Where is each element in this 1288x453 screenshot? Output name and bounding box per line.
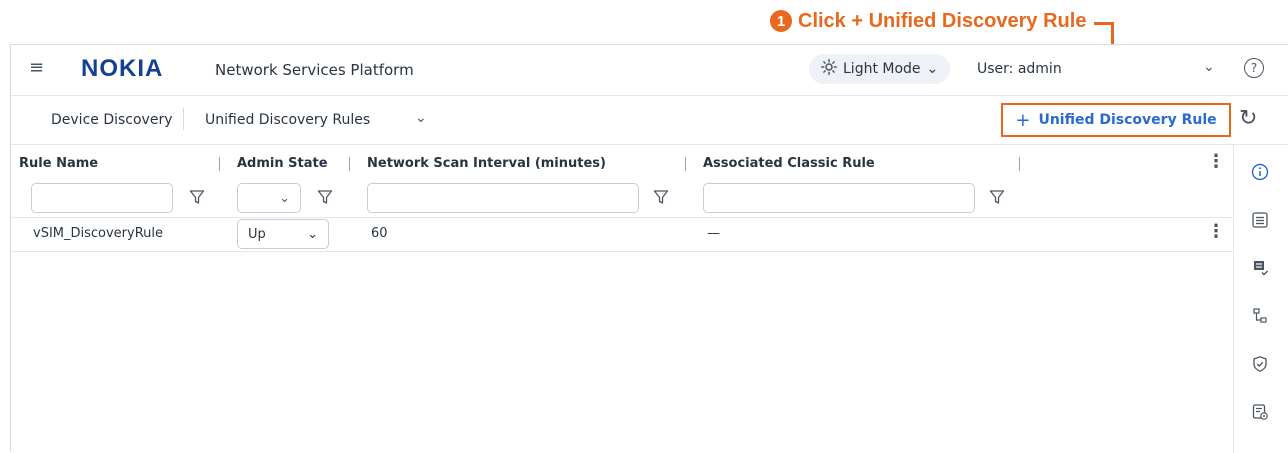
topology-icon[interactable] [1249,305,1271,327]
table-row[interactable]: vSIM_DiscoveryRule Up ⌄ 60 — ⋮ [11,217,1233,252]
svg-text:NOKIA: NOKIA [81,55,163,81]
plus-icon: + [1015,109,1031,131]
column-header-associated-classic-rule[interactable]: Associated Classic Rule [703,156,875,171]
chevron-down-icon: ⌄ [279,190,290,206]
top-bar: ≡ NOKIA Network Services Platform Light … [11,45,1288,96]
column-resize-handle[interactable] [685,157,686,171]
callout-step-number: 1 [770,10,792,32]
table-options-kebab-icon[interactable]: ⋮ [1207,151,1225,172]
cell-associated-classic-rule: — [707,226,720,241]
document-check-icon[interactable] [1249,257,1271,279]
column-header-scan-interval[interactable]: Network Scan Interval (minutes) [367,156,606,171]
add-unified-discovery-rule-button[interactable]: + Unified Discovery Rule [1001,103,1231,137]
cell-scan-interval: 60 [371,226,388,241]
light-mode-toggle[interactable]: Light Mode ⌄ [809,54,951,84]
row-actions-kebab-icon[interactable]: ⋮ [1207,221,1225,242]
admin-state-select[interactable]: Up ⌄ [237,219,329,249]
column-resize-handle[interactable] [1019,157,1020,171]
nokia-logo: NOKIA [81,55,191,85]
info-icon[interactable] [1249,161,1271,183]
sub-header-bar: Device Discovery Unified Discovery Rules… [11,96,1288,145]
scan-interval-filter-input[interactable] [367,183,639,213]
hamburger-menu-icon[interactable]: ≡ [29,57,44,78]
callout-text: Click + Unified Discovery Rule [798,9,1087,32]
classic-rule-filter-funnel-icon[interactable] [989,189,1005,209]
scan-interval-filter-funnel-icon[interactable] [653,189,669,209]
breadcrumb-divider [183,108,184,130]
column-header-rule-name[interactable]: Rule Name [19,156,98,171]
rule-name-filter-input[interactable] [31,183,173,213]
refresh-icon[interactable]: ↻ [1239,106,1257,131]
callout-annotation: 1 Click + Unified Discovery Rule [770,6,1086,36]
list-icon[interactable] [1249,209,1271,231]
settings-report-icon[interactable] [1249,401,1271,423]
rules-table: Rule Name Admin State Network Scan Inter… [11,145,1234,453]
tab-device-discovery[interactable]: Device Discovery [51,112,173,128]
shield-check-icon[interactable] [1249,353,1271,375]
admin-state-filter-select[interactable]: ⌄ [237,183,301,213]
user-menu-chevron-down-icon[interactable]: ⌄ [1203,59,1215,75]
column-resize-handle[interactable] [349,157,350,171]
app-window: ≡ NOKIA Network Services Platform Light … [10,44,1288,453]
cell-rule-name: vSIM_DiscoveryRule [33,226,164,241]
classic-rule-filter-input[interactable] [703,183,975,213]
rule-name-filter-funnel-icon[interactable] [189,189,205,209]
view-selector-chevron-down-icon[interactable]: ⌄ [415,110,427,126]
tab-unified-discovery-rules[interactable]: Unified Discovery Rules [205,112,370,128]
table-header-row: Rule Name Admin State Network Scan Inter… [11,145,1233,181]
user-label: User: admin [977,61,1062,77]
chevron-down-icon: ⌄ [926,61,939,77]
column-header-admin-state[interactable]: Admin State [237,156,328,171]
sun-icon [821,59,837,79]
help-icon[interactable]: ? [1244,58,1264,78]
column-resize-handle[interactable] [219,157,220,171]
add-button-label: Unified Discovery Rule [1038,112,1217,128]
right-side-rail [1233,145,1288,453]
light-mode-label: Light Mode [843,61,921,77]
app-title: Network Services Platform [215,61,414,79]
admin-state-filter-funnel-icon[interactable] [317,189,333,209]
chevron-down-icon: ⌄ [307,226,318,242]
filter-row: ⌄ [11,181,1233,218]
admin-state-value: Up [248,226,266,242]
